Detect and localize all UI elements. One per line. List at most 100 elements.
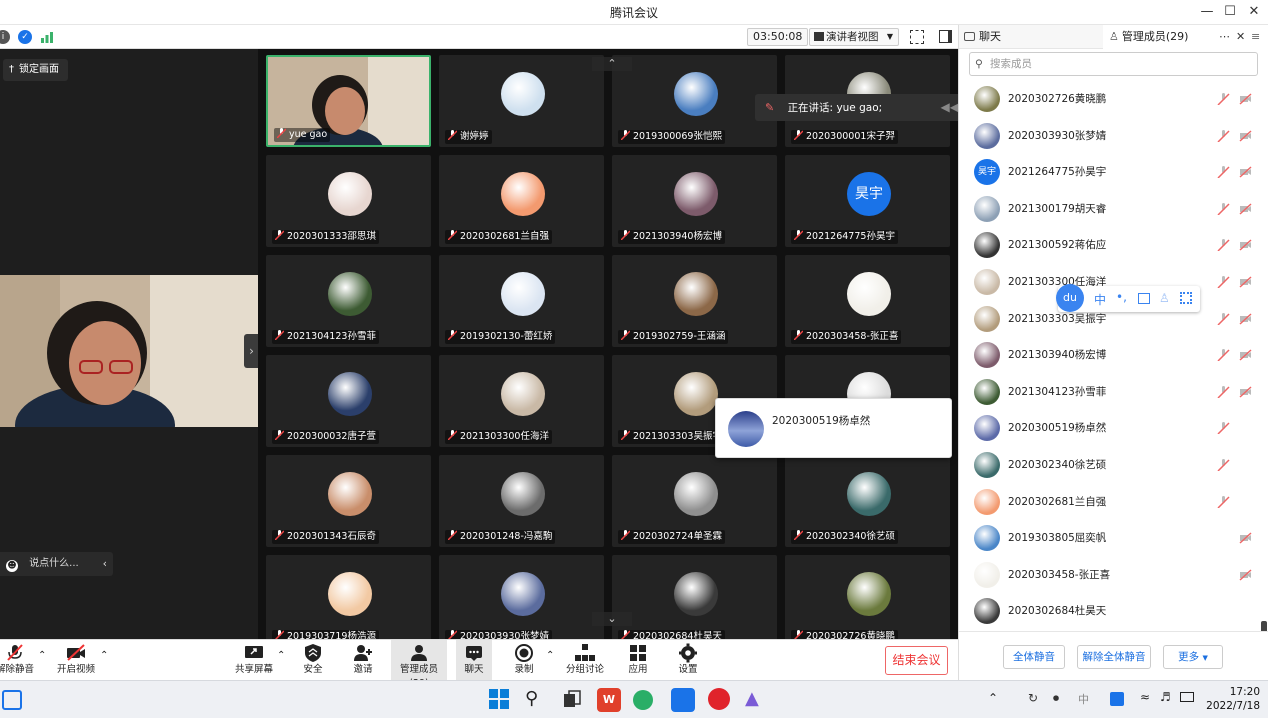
keyboard-icon[interactable] xyxy=(1138,293,1150,304)
participant-tile[interactable]: 2019300069张恺熙 xyxy=(612,55,777,147)
shield-icon[interactable]: ✓ xyxy=(18,30,32,44)
ime-toolbar[interactable]: du 中 •, ♙ xyxy=(1056,284,1200,312)
grid-icon[interactable] xyxy=(1180,292,1192,304)
participant-tile[interactable]: 2020301333邵思琪 xyxy=(266,155,431,247)
camera-off-icon[interactable] xyxy=(1239,569,1252,581)
camera-off-icon[interactable] xyxy=(1239,386,1252,398)
camera-off-icon[interactable] xyxy=(1239,532,1252,544)
baidu-ime-icon[interactable]: du xyxy=(1056,284,1084,312)
participant-tile[interactable]: 2020302726黄晓鹏 xyxy=(785,555,950,639)
security-button[interactable]: 安全 xyxy=(296,640,330,681)
snap-layout-icon[interactable] xyxy=(2,690,22,710)
member-row[interactable]: 2020302681兰自强 xyxy=(959,484,1261,521)
more-button[interactable]: 更多 ▼ xyxy=(1163,645,1223,669)
scroll-down-icon[interactable]: ⌄ xyxy=(592,612,632,626)
member-row[interactable]: 2019303805屈奕帆 xyxy=(959,520,1261,557)
participant-tile[interactable]: 2020301343石辰奇 xyxy=(266,455,431,547)
tencent-meeting-app-icon[interactable] xyxy=(671,688,695,712)
camera-off-icon[interactable] xyxy=(1239,239,1252,251)
record-button[interactable]: 录制 xyxy=(508,640,540,681)
participant-tile[interactable]: 2020302684杜昊天 xyxy=(612,555,777,639)
share-options-caret-icon[interactable]: ⌃ xyxy=(277,650,285,661)
participant-tile[interactable]: 2020302724单圣霖 xyxy=(612,455,777,547)
mic-muted-icon[interactable] xyxy=(1217,129,1230,143)
camera-off-icon[interactable] xyxy=(1239,93,1252,105)
punctuation-icon[interactable]: •, xyxy=(1116,290,1127,304)
participant-tile[interactable]: 2020302340徐艺硕 xyxy=(785,455,950,547)
wps-icon[interactable]: W xyxy=(597,688,621,712)
wifi-icon[interactable]: ≈ xyxy=(1140,690,1150,704)
participant-tile[interactable]: 谢婷婷 xyxy=(439,55,604,147)
participant-tile[interactable]: 2021303940杨宏博 xyxy=(612,155,777,247)
participant-tile[interactable]: 2021303300任海洋 xyxy=(439,355,604,447)
close-button[interactable]: ✕ xyxy=(1243,3,1265,21)
mic-muted-icon[interactable] xyxy=(1217,166,1230,179)
unmute-button[interactable]: 解除静音 xyxy=(0,640,34,681)
mic-muted-icon[interactable] xyxy=(1217,495,1230,509)
apps-button[interactable]: 应用 xyxy=(622,640,654,681)
participant-tile[interactable]: 2020300032唐子萱 xyxy=(266,355,431,447)
menu-icon[interactable]: ≡ xyxy=(1251,30,1260,43)
lock-view-button[interactable]: † 锁定画面 xyxy=(3,59,68,81)
audio-options-caret-icon[interactable]: ⌃ xyxy=(38,650,46,661)
taskbar-clock[interactable]: 17:20 2022/7/18 xyxy=(1200,685,1260,713)
ime-indicator-icon[interactable]: 中 xyxy=(1078,691,1089,707)
member-row[interactable]: 2020303458-张正喜 xyxy=(959,557,1261,594)
scroll-up-icon[interactable]: ⌃ xyxy=(592,57,632,71)
windows-start-icon[interactable] xyxy=(488,688,512,712)
start-video-button[interactable]: 开启视频 xyxy=(54,640,98,681)
maximize-button[interactable]: ☐ xyxy=(1219,3,1241,21)
participant-tile[interactable]: 2019303719杨浩源 xyxy=(266,555,431,639)
participant-tile[interactable]: 2020303930张梦婧 xyxy=(439,555,604,639)
mic-muted-icon[interactable] xyxy=(1217,459,1230,472)
settings-button[interactable]: 设置 xyxy=(672,640,704,681)
chat-button[interactable]: 聊天 xyxy=(456,640,492,681)
netease-music-icon[interactable] xyxy=(708,688,730,710)
breakout-rooms-button[interactable]: 分组讨论 xyxy=(564,640,606,681)
member-row[interactable]: 2021300179胡天睿 xyxy=(959,191,1261,228)
signal-icon[interactable] xyxy=(40,30,54,44)
chinese-mode-icon[interactable]: 中 xyxy=(1094,291,1106,308)
chevron-left-icon[interactable]: ‹ xyxy=(103,552,107,576)
participant-tile[interactable]: 2020301248-冯嘉駒 xyxy=(439,455,604,547)
participant-tile[interactable]: 昊宇 2021264775孙昊宇 xyxy=(785,155,950,247)
minimize-button[interactable]: — xyxy=(1196,3,1218,21)
participant-tile[interactable]: 2019302759-王涵涵 xyxy=(612,255,777,347)
tray-mic-icon[interactable]: ⏺ xyxy=(1053,691,1059,706)
member-row[interactable]: 2021303940杨宏博 xyxy=(959,337,1261,374)
participant-tile[interactable]: 2020302681兰自强 xyxy=(439,155,604,247)
more-icon[interactable]: ⋯ xyxy=(1219,25,1230,49)
baidu-tray-icon[interactable] xyxy=(1110,692,1124,706)
sync-icon[interactable]: ↻ xyxy=(1028,691,1038,705)
tab-members[interactable]: ♙ 管理成员(29) ⋯ ✕ xyxy=(1103,25,1268,49)
member-row[interactable]: 2020302684杜昊天 xyxy=(959,593,1261,627)
manage-members-button[interactable]: 管理成员(29) xyxy=(391,640,447,689)
camera-off-icon[interactable] xyxy=(1239,313,1252,325)
participant-tile[interactable]: 2021304123孙雪菲 xyxy=(266,255,431,347)
mic-muted-icon[interactable] xyxy=(1217,385,1230,399)
triangle-app-icon[interactable]: ▲ xyxy=(745,688,769,712)
share-screen-button[interactable]: 共享屏幕 xyxy=(234,640,274,681)
member-row[interactable]: 昊宇 2021264775孙昊宇 xyxy=(959,154,1261,191)
member-row[interactable]: 2020302726黄晓鹏 xyxy=(959,81,1261,118)
collapse-pane-handle[interactable]: › xyxy=(244,334,259,368)
fullscreen-icon[interactable] xyxy=(910,30,924,44)
search-icon[interactable]: ⚲ xyxy=(525,688,549,712)
record-options-caret-icon[interactable]: ⌃ xyxy=(546,650,554,661)
mic-muted-icon[interactable] xyxy=(1217,422,1230,435)
mic-muted-icon[interactable] xyxy=(1217,276,1230,289)
participant-tile[interactable]: 2020303458-张正喜 xyxy=(785,255,950,347)
info-icon[interactable]: i xyxy=(0,30,10,44)
battery-icon[interactable] xyxy=(1180,692,1194,702)
member-row[interactable]: 2021300592蒋佑应 xyxy=(959,227,1261,264)
user-icon[interactable]: ♙ xyxy=(1159,291,1170,305)
mic-muted-icon[interactable] xyxy=(1217,239,1230,252)
camera-off-icon[interactable] xyxy=(1239,130,1252,142)
invite-button[interactable]: 邀请 xyxy=(346,640,380,681)
participant-tile[interactable]: yue gao xyxy=(266,55,431,147)
mic-muted-icon[interactable] xyxy=(1217,349,1230,362)
wechat-icon[interactable] xyxy=(633,690,653,710)
member-row[interactable]: 2021304123孙雪菲 xyxy=(959,374,1261,411)
chat-quick-bar[interactable]: ☻ 说点什么... ‹ xyxy=(0,552,113,576)
close-panel-icon[interactable]: ✕ xyxy=(1236,25,1245,49)
